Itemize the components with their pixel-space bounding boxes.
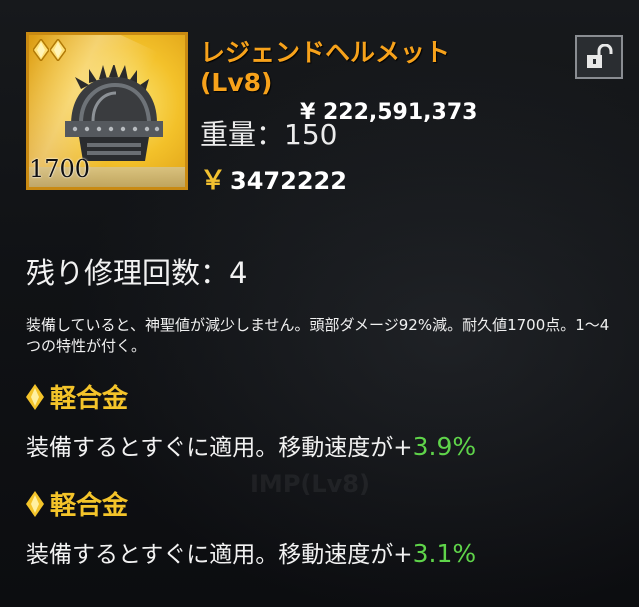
item-icon-frame[interactable]: 1700 <box>26 32 188 190</box>
item-name-text: レジェンドヘルメット <box>200 38 451 67</box>
trait-effect-text: 装備するとすぐに適用。移動速度が+ <box>26 542 413 568</box>
weight-value: 150 <box>284 118 338 151</box>
repairs-label: 残り修理回数： <box>26 256 230 290</box>
rarity-gem-icon <box>50 39 66 61</box>
trait-gem-icon <box>26 490 44 517</box>
trait-effect: 装備するとすぐに適用。移動速度が+3.1% <box>26 535 476 569</box>
item-level: (Lv8) <box>200 68 273 97</box>
yen-icon: ￥ <box>200 166 227 196</box>
unlock-icon <box>587 44 613 68</box>
item-tooltip-panel: ¥ 222,591,373 IMP(Lv8) 1700 レジェンドヘルメット (… <box>0 0 639 607</box>
trait-title-text: 軽合金 <box>50 491 129 521</box>
background-watermark-level: IMP(Lv8) <box>250 470 370 498</box>
trait-title-text: 軽合金 <box>50 384 129 414</box>
spiked-helmet-icon <box>65 65 163 161</box>
item-price: ￥ 3472222 <box>200 160 347 197</box>
trait-title: 軽合金 <box>26 485 128 522</box>
weight-label: 重量： <box>200 118 285 151</box>
price-value: 3472222 <box>230 167 347 195</box>
trait-title: 軽合金 <box>26 378 128 415</box>
repairs-value: 4 <box>229 256 248 290</box>
rarity-gems <box>33 39 66 61</box>
item-weight: 重量：150 <box>200 113 337 153</box>
trait-effect-value: 3.1% <box>412 539 477 568</box>
repairs-remaining: 残り修理回数：4 <box>26 250 247 292</box>
lock-toggle-button[interactable] <box>575 35 623 79</box>
trait-effect-text: 装備するとすぐに適用。移動速度が+ <box>26 435 413 461</box>
trait-effect: 装備するとすぐに適用。移動速度が+3.9% <box>26 428 476 462</box>
rarity-gem-icon <box>33 39 49 61</box>
item-description: 装備していると、神聖値が減少しません。頭部ダメージ92%減。耐久値1700点。1… <box>26 316 610 355</box>
trait-effect-value: 3.9% <box>412 432 477 461</box>
durability-value: 1700 <box>29 155 91 183</box>
item-name: レジェンドヘルメット (Lv8) <box>200 38 450 98</box>
trait-gem-icon <box>26 383 44 410</box>
